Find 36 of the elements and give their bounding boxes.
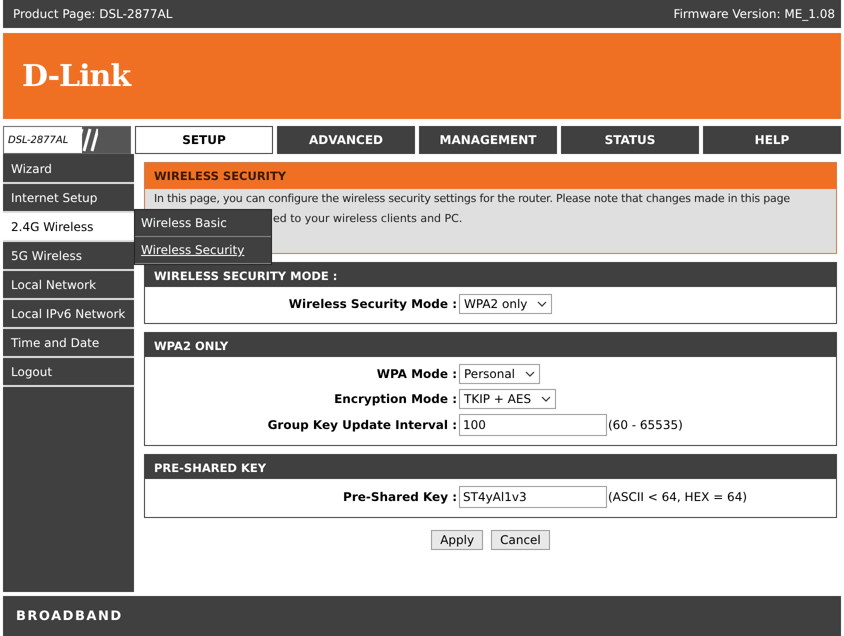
panel-title: PRE-SHARED KEY — [145, 455, 836, 479]
logo: D-Link — [22, 58, 130, 94]
submenu-item[interactable]: Wireless Security — [135, 237, 271, 264]
field-label: Pre-Shared Key : — [342, 490, 457, 504]
dropdown[interactable]: TKIP + AES — [459, 389, 556, 409]
dropdown[interactable]: WPA2 only — [459, 294, 552, 314]
dropdown[interactable]: Personal — [459, 364, 540, 384]
footer-label: BROADBAND — [3, 596, 841, 636]
panel-title: WIRELESS SECURITY MODE : — [145, 263, 836, 287]
sidebar-item[interactable]: 2.4G Wireless — [3, 213, 134, 242]
field-label: Encryption Mode : — [333, 392, 457, 406]
nav-tab[interactable]: SETUP — [135, 126, 273, 154]
model-badge: DSL-2877AL — [3, 126, 131, 154]
submenu-item[interactable]: Wireless Basic — [135, 210, 271, 237]
nav-tab[interactable]: MANAGEMENT — [419, 126, 557, 154]
nav-tab[interactable]: ADVANCED — [277, 126, 415, 154]
action-button[interactable]: Apply — [431, 530, 484, 550]
field-label: Group Key Update Interval : — [266, 418, 457, 432]
intro-text: ed to your wireless clients and PC. — [273, 211, 462, 227]
panel-title: WPA2 ONLY — [145, 333, 836, 357]
intro-text: In this page, you can configure the wireless security settings for the router. Please note that changes made in this page — [153, 191, 791, 207]
chevron-down-icon — [541, 396, 552, 402]
field-label: Wireless Security Mode : — [288, 297, 457, 311]
chevron-down-icon — [525, 371, 536, 377]
action-button[interactable]: Cancel — [491, 530, 550, 550]
field-label: WPA Mode : — [376, 367, 457, 381]
range-hint: (ASCII < 64, HEX = 64) — [608, 490, 748, 504]
product-label: Product Page: DSL-2877AL — [13, 7, 172, 21]
nav-tab[interactable]: HELP — [703, 126, 841, 154]
firmware-label: Firmware Version: ME_1.08 — [674, 7, 835, 21]
panel-title: WIRELESS SECURITY — [145, 163, 836, 189]
nav-tab[interactable]: STATUS — [561, 126, 699, 154]
input-field[interactable]: 100 — [459, 414, 607, 436]
range-hint: (60 - 65535) — [608, 418, 683, 432]
input-field[interactable]: ST4yAl1v3 — [459, 486, 607, 508]
chevron-down-icon — [537, 301, 548, 307]
